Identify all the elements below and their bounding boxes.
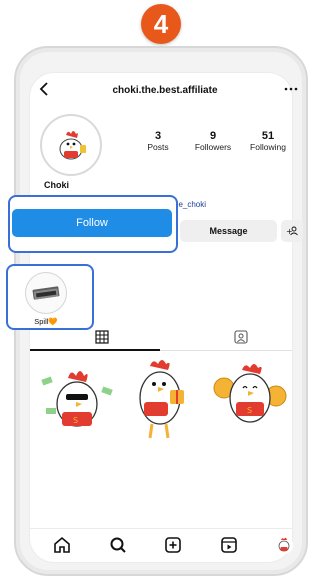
chicken-sticker-coins-icon: S: [213, 364, 287, 423]
posts-label: Posts: [147, 142, 169, 152]
following-stat[interactable]: 51 Following: [240, 130, 296, 153]
followers-label: Followers: [194, 142, 232, 152]
post-thumbnail[interactable]: S: [210, 358, 292, 448]
step-number-badge: 4: [141, 4, 181, 44]
story-highlight[interactable]: [25, 272, 67, 314]
following-count: 51: [261, 130, 275, 142]
posts-count: 3: [154, 130, 162, 142]
home-icon[interactable]: [52, 535, 72, 555]
followers-count: 9: [209, 130, 217, 142]
chicken-sticker-cash-icon: S: [41, 371, 113, 427]
post-thumbnail[interactable]: S: [36, 358, 118, 448]
bottom-nav-divider: [30, 528, 292, 529]
post-thumbnail[interactable]: [120, 358, 202, 448]
highlight-label: Spill🧡: [34, 317, 58, 326]
svg-text:S: S: [73, 416, 78, 425]
add-user-icon[interactable]: +: [281, 220, 303, 242]
linked-username[interactable]: ee_choki: [174, 200, 206, 209]
active-tab-indicator: [30, 349, 160, 351]
profile-display-name: Choki: [44, 180, 70, 190]
following-label: Following: [250, 142, 286, 152]
cash-stack-icon: [32, 286, 60, 300]
message-button[interactable]: Message: [180, 220, 277, 242]
followers-stat[interactable]: 9 Followers: [185, 130, 241, 153]
more-icon[interactable]: [284, 80, 298, 94]
profile-avatar[interactable]: [40, 114, 102, 176]
search-icon[interactable]: [108, 535, 128, 555]
follow-button[interactable]: Follow: [12, 209, 172, 237]
profile-avatar-nav[interactable]: [274, 535, 294, 555]
svg-text:S: S: [247, 406, 252, 415]
create-icon[interactable]: [163, 535, 183, 555]
back-arrow-icon[interactable]: [39, 80, 51, 101]
posts-stat[interactable]: 3 Posts: [130, 130, 186, 153]
tagged-icon[interactable]: [234, 330, 248, 344]
profile-username-title: choki.the.best.affiliate: [112, 85, 218, 96]
reels-icon[interactable]: [219, 535, 239, 555]
grid-icon[interactable]: [95, 330, 109, 344]
chicken-sticker-gift-icon: [139, 360, 184, 439]
chicken-mascot-icon: [59, 131, 86, 160]
